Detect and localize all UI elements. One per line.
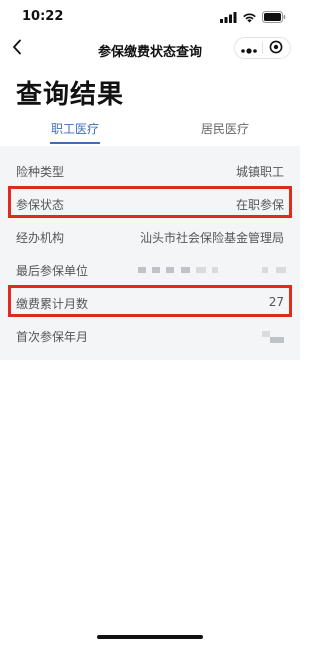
status-icons [220,10,286,24]
detail-label: 首次参保年月 [16,330,89,344]
miniprogram-capsule [234,37,291,59]
detail-label: 最后参保单位 [16,264,89,278]
home-indicator [97,635,203,639]
highlight-box-months [8,285,292,317]
redacted-block [270,337,284,343]
more-dots-icon [240,39,258,58]
tab-bar: 职工医疗 居民医疗 [0,110,300,146]
result-panel: 险种类型 城镇职工 参保状态 在职参保 经办机构 汕头市社会保险基金管理局 最后… [0,146,300,360]
detail-row-agency: 经办机构 汕头市社会保险基金管理局 [0,226,300,246]
nav-bar: 参保缴费状态查询 [0,34,300,64]
battery-icon [262,8,286,27]
redacted-block [262,331,270,337]
highlight-box-status [8,186,292,218]
detail-row-last-employer: 最后参保单位 [0,259,300,279]
redacted-block [262,267,268,273]
redacted-block [181,267,190,273]
detail-row-insurance-type: 险种类型 城镇职工 [0,160,300,180]
close-miniprogram-button[interactable] [263,38,290,58]
redacted-block [166,267,174,273]
signal-icon [220,8,237,27]
status-time: 10:22 [22,9,64,24]
page-title: 查询结果 [16,80,125,110]
tab-resident-medical[interactable]: 居民医疗 [170,120,280,137]
redacted-block [196,267,206,273]
redacted-block [212,267,218,273]
wifi-icon [242,8,257,27]
detail-label: 险种类型 [16,165,65,179]
redacted-block [276,267,286,273]
redacted-block [138,267,146,273]
back-button[interactable] [4,36,30,62]
chevron-left-icon [12,39,22,59]
target-circle-icon [269,39,283,58]
detail-row-first-enrollment: 首次参保年月 [0,325,300,345]
detail-value: 汕头市社会保险基金管理局 [139,231,284,245]
more-button[interactable] [235,38,262,58]
detail-label: 经办机构 [16,231,65,245]
redacted-block [152,267,160,273]
active-tab-indicator [50,142,100,144]
nav-title: 参保缴费状态查询 [97,45,202,60]
tab-employee-medical[interactable]: 职工医疗 [20,120,130,137]
status-bar: 10:22 [0,0,300,34]
detail-value: 城镇职工 [235,165,284,179]
